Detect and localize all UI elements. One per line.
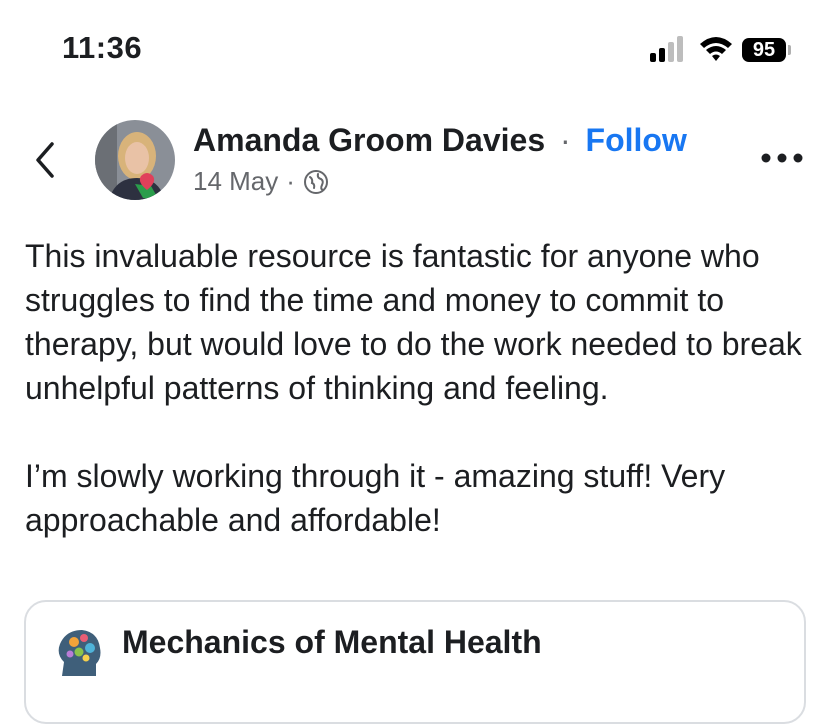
post-paragraph: This invaluable resource is fantastic fo… xyxy=(25,238,802,406)
signal-icon xyxy=(650,34,690,62)
post-paragraph: I’m slowly working through it - amazing … xyxy=(25,458,726,538)
post-text: This invaluable resource is fantastic fo… xyxy=(25,234,815,542)
follow-button[interactable]: Follow xyxy=(586,122,687,158)
chevron-left-icon[interactable] xyxy=(30,140,60,180)
author-name[interactable]: Amanda Groom Davies xyxy=(193,122,545,158)
globe-icon xyxy=(303,169,328,194)
post-meta: 14 May · xyxy=(193,166,329,197)
battery-icon: 95 xyxy=(742,38,786,62)
status-time: 11:36 xyxy=(62,30,143,65)
avatar[interactable] xyxy=(95,120,175,200)
more-horizontal-icon[interactable] xyxy=(760,148,804,168)
author-line: Amanda Groom Davies · Follow xyxy=(193,122,687,159)
meta-separator: · xyxy=(286,166,295,196)
wifi-icon xyxy=(700,37,732,61)
author-separator: · xyxy=(560,122,571,158)
link-preview-card[interactable]: Mechanics of Mental Health xyxy=(24,600,806,724)
battery-tip xyxy=(788,45,791,55)
head-gears-logo-icon xyxy=(58,630,101,676)
post-date[interactable]: 14 May xyxy=(193,166,278,197)
card-title[interactable]: Mechanics of Mental Health xyxy=(122,624,542,661)
avatar-image xyxy=(95,120,175,200)
